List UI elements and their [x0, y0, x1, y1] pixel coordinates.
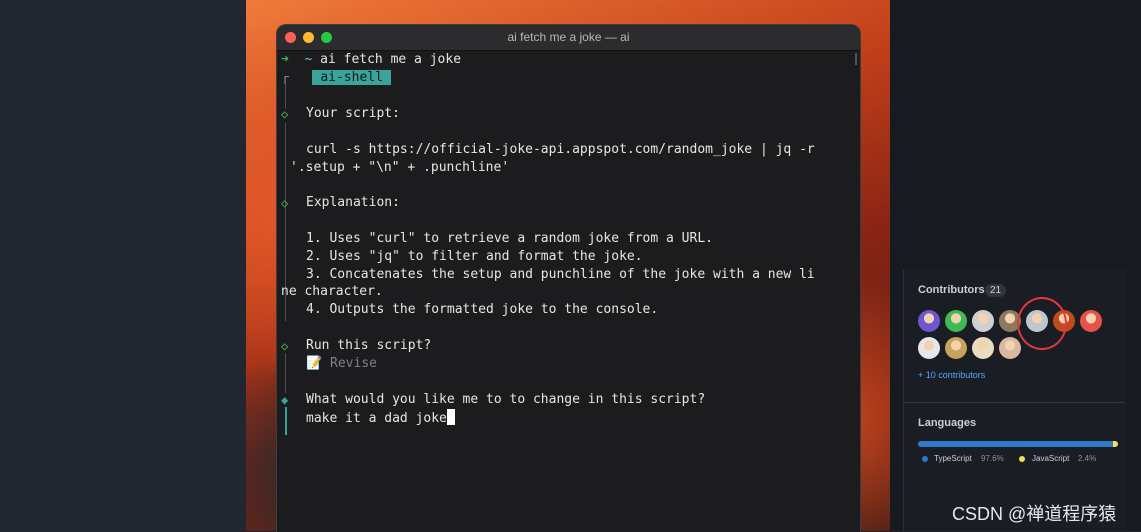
desktop-background-left: [0, 0, 246, 531]
contributor-avatar[interactable]: [918, 310, 940, 332]
explanation-label: Explanation:: [306, 195, 400, 210]
revise-option[interactable]: 📝 Revise: [306, 355, 377, 373]
contributor-avatar[interactable]: [972, 310, 994, 332]
contributors-title[interactable]: Contributors: [918, 284, 985, 296]
explanation-line: ne character.: [281, 284, 383, 299]
javascript-legend-percent: 2.4%: [1078, 454, 1097, 463]
prompt-command: ai fetch me a joke: [320, 52, 462, 67]
window-title: ai fetch me a joke — ai: [507, 30, 630, 44]
change-question: What would you like me to to change in t…: [306, 392, 706, 407]
step-active-icon: ◆: [281, 393, 289, 407]
script-line-2: '.setup + "\n" + .punchline': [290, 160, 510, 175]
user-input-field[interactable]: make it a dad joke: [306, 409, 455, 428]
step-done-icon: ◇: [281, 339, 289, 353]
run-question: Run this script?: [306, 338, 432, 353]
explanation-line: 2. Uses "jq" to filter and format the jo…: [306, 249, 643, 264]
javascript-bar-segment: [1113, 441, 1118, 447]
contributors-count-badge: 21: [985, 284, 1007, 297]
prompt-line: ➜ ~ ai fetch me a joke: [281, 51, 461, 69]
csdn-watermark: CSDN @禅道程序猿: [952, 504, 1117, 524]
prompt-arrow-icon: ➜: [281, 52, 289, 67]
contributor-avatar[interactable]: [999, 337, 1021, 359]
step-done-icon: ◇: [281, 107, 289, 121]
prompt-right-marker: [855, 53, 857, 65]
typescript-legend-percent: 97.6%: [981, 454, 1004, 463]
sidebar-divider: [903, 402, 1125, 403]
contributor-avatar[interactable]: [918, 337, 940, 359]
more-contributors-link[interactable]: + 10 contributors: [918, 370, 985, 380]
active-flow-connector: [285, 407, 287, 435]
explanation-line: 1. Uses "curl" to retrieve a random joke…: [306, 231, 713, 246]
contributor-avatar[interactable]: [1080, 310, 1102, 332]
languages-bar: [918, 441, 1118, 447]
contributor-avatar[interactable]: [945, 337, 967, 359]
contributor-avatar[interactable]: [945, 310, 967, 332]
your-script-label: Your script:: [306, 106, 400, 121]
memo-icon: 📝: [306, 356, 323, 371]
text-cursor: [446, 409, 455, 425]
explanation-line: 3. Concatenates the setup and punchline …: [306, 267, 815, 282]
explanation-line: 4. Outputs the formatted joke to the con…: [306, 302, 659, 317]
terminal-window[interactable]: ai fetch me a joke — ai ➜ ~ ai fetch me …: [276, 24, 861, 532]
javascript-legend-dot: [1019, 456, 1025, 462]
languages-title: Languages: [918, 417, 977, 429]
shell-badge-line: ┌ ai-shell: [281, 69, 391, 87]
revise-label: Revise: [330, 356, 377, 371]
flow-connector: [285, 353, 286, 393]
typescript-legend-dot: [922, 456, 928, 462]
javascript-legend-name[interactable]: JavaScript: [1032, 454, 1069, 463]
typescript-legend-name[interactable]: TypeScript: [934, 454, 972, 463]
script-line-1: curl -s https://official-joke-api.appspo…: [306, 142, 815, 157]
highlight-annotation: [1017, 297, 1067, 350]
prompt-cwd: ~: [304, 52, 313, 67]
contributor-avatar[interactable]: [972, 337, 994, 359]
user-input-text: make it a dad joke: [306, 411, 447, 426]
flow-connector: [285, 211, 286, 321]
terminal-titlebar[interactable]: ai fetch me a joke — ai: [277, 25, 860, 51]
typescript-bar-segment: [918, 441, 1113, 447]
shell-badge: ai-shell: [312, 70, 391, 85]
step-done-icon: ◇: [281, 196, 289, 210]
